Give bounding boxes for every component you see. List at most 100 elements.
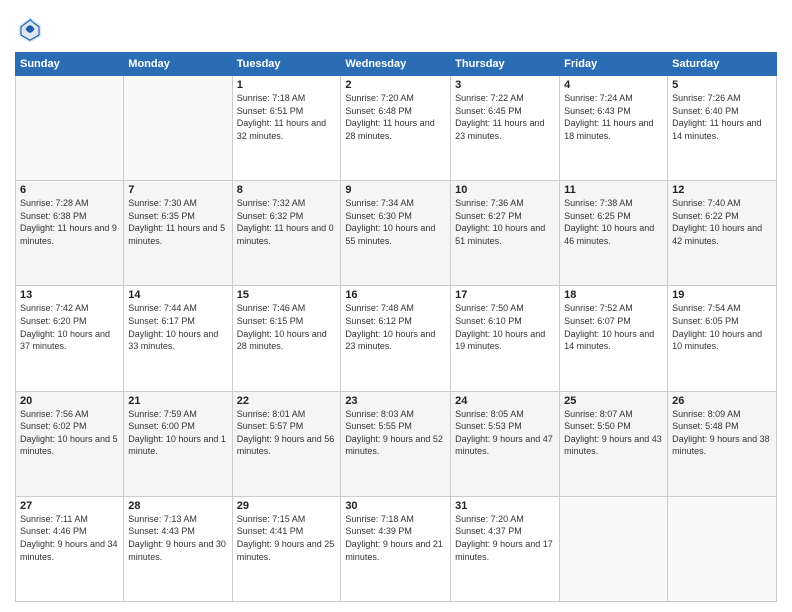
calendar-cell: 8 Sunrise: 7:32 AMSunset: 6:32 PMDaylight… xyxy=(232,181,341,286)
logo-icon xyxy=(15,14,45,44)
day-number: 28 xyxy=(128,500,227,512)
day-number: 6 xyxy=(20,184,119,196)
calendar-cell: 9 Sunrise: 7:34 AMSunset: 6:30 PMDaylight… xyxy=(341,181,451,286)
day-number: 5 xyxy=(672,79,772,91)
day-info: Sunrise: 8:05 AMSunset: 5:53 PMDaylight:… xyxy=(455,409,553,457)
calendar-cell: 15 Sunrise: 7:46 AMSunset: 6:15 PMDayligh… xyxy=(232,286,341,391)
calendar-cell: 20 Sunrise: 7:56 AMSunset: 6:02 PMDayligh… xyxy=(16,391,124,496)
day-number: 24 xyxy=(455,395,555,407)
calendar-cell: 16 Sunrise: 7:48 AMSunset: 6:12 PMDayligh… xyxy=(341,286,451,391)
day-number: 2 xyxy=(345,79,446,91)
day-info: Sunrise: 7:18 AMSunset: 4:39 PMDaylight:… xyxy=(345,514,443,562)
day-number: 7 xyxy=(128,184,227,196)
day-info: Sunrise: 7:54 AMSunset: 6:05 PMDaylight:… xyxy=(672,303,762,351)
day-info: Sunrise: 7:26 AMSunset: 6:40 PMDaylight:… xyxy=(672,93,761,141)
day-number: 27 xyxy=(20,500,119,512)
day-number: 3 xyxy=(455,79,555,91)
calendar-cell: 28 Sunrise: 7:13 AMSunset: 4:43 PMDayligh… xyxy=(124,496,232,601)
calendar-cell: 29 Sunrise: 7:15 AMSunset: 4:41 PMDayligh… xyxy=(232,496,341,601)
day-number: 19 xyxy=(672,289,772,301)
day-info: Sunrise: 7:40 AMSunset: 6:22 PMDaylight:… xyxy=(672,198,762,246)
calendar-cell xyxy=(560,496,668,601)
day-number: 21 xyxy=(128,395,227,407)
calendar-cell: 12Sunrise: 7:40 AMSunset: 6:22 PMDayligh… xyxy=(668,181,777,286)
day-number: 16 xyxy=(345,289,446,301)
calendar-cell xyxy=(124,76,232,181)
calendar-table: Sunday Monday Tuesday Wednesday Thursday… xyxy=(15,52,777,602)
day-number: 20 xyxy=(20,395,119,407)
day-number: 22 xyxy=(237,395,337,407)
day-info: Sunrise: 7:34 AMSunset: 6:30 PMDaylight:… xyxy=(345,198,435,246)
logo xyxy=(15,14,49,44)
calendar-cell: 31 Sunrise: 7:20 AMSunset: 4:37 PMDayligh… xyxy=(451,496,560,601)
calendar-cell: 25 Sunrise: 8:07 AMSunset: 5:50 PMDayligh… xyxy=(560,391,668,496)
day-info: Sunrise: 7:42 AMSunset: 6:20 PMDaylight:… xyxy=(20,303,110,351)
calendar-cell: 24 Sunrise: 8:05 AMSunset: 5:53 PMDayligh… xyxy=(451,391,560,496)
day-number: 13 xyxy=(20,289,119,301)
day-info: Sunrise: 7:20 AMSunset: 6:48 PMDaylight:… xyxy=(345,93,434,141)
col-sunday: Sunday xyxy=(16,53,124,76)
day-info: Sunrise: 7:44 AMSunset: 6:17 PMDaylight:… xyxy=(128,303,218,351)
calendar-cell: 26 Sunrise: 8:09 AMSunset: 5:48 PMDayligh… xyxy=(668,391,777,496)
day-info: Sunrise: 7:28 AMSunset: 6:38 PMDaylight:… xyxy=(20,198,117,246)
day-number: 18 xyxy=(564,289,663,301)
week-row-2: 6 Sunrise: 7:28 AMSunset: 6:38 PMDaylight… xyxy=(16,181,777,286)
week-row-3: 13 Sunrise: 7:42 AMSunset: 6:20 PMDayligh… xyxy=(16,286,777,391)
day-info: Sunrise: 8:03 AMSunset: 5:55 PMDaylight:… xyxy=(345,409,443,457)
col-friday: Friday xyxy=(560,53,668,76)
day-number: 8 xyxy=(237,184,337,196)
calendar-cell xyxy=(16,76,124,181)
day-number: 10 xyxy=(455,184,555,196)
calendar-cell: 19 Sunrise: 7:54 AMSunset: 6:05 PMDayligh… xyxy=(668,286,777,391)
week-row-5: 27 Sunrise: 7:11 AMSunset: 4:46 PMDayligh… xyxy=(16,496,777,601)
day-number: 25 xyxy=(564,395,663,407)
day-info: Sunrise: 7:56 AMSunset: 6:02 PMDaylight:… xyxy=(20,409,118,457)
day-info: Sunrise: 7:15 AMSunset: 4:41 PMDaylight:… xyxy=(237,514,335,562)
day-info: Sunrise: 7:38 AMSunset: 6:25 PMDaylight:… xyxy=(564,198,654,246)
day-number: 9 xyxy=(345,184,446,196)
day-number: 15 xyxy=(237,289,337,301)
col-thursday: Thursday xyxy=(451,53,560,76)
col-saturday: Saturday xyxy=(668,53,777,76)
day-info: Sunrise: 8:01 AMSunset: 5:57 PMDaylight:… xyxy=(237,409,335,457)
day-info: Sunrise: 7:22 AMSunset: 6:45 PMDaylight:… xyxy=(455,93,544,141)
day-info: Sunrise: 7:36 AMSunset: 6:27 PMDaylight:… xyxy=(455,198,545,246)
calendar-cell: 4Sunrise: 7:24 AMSunset: 6:43 PMDaylight… xyxy=(560,76,668,181)
day-number: 29 xyxy=(237,500,337,512)
day-info: Sunrise: 7:30 AMSunset: 6:35 PMDaylight:… xyxy=(128,198,225,246)
calendar-cell: 3 Sunrise: 7:22 AMSunset: 6:45 PMDaylight… xyxy=(451,76,560,181)
calendar-cell: 27 Sunrise: 7:11 AMSunset: 4:46 PMDayligh… xyxy=(16,496,124,601)
calendar-cell: 11 Sunrise: 7:38 AMSunset: 6:25 PMDayligh… xyxy=(560,181,668,286)
col-wednesday: Wednesday xyxy=(341,53,451,76)
calendar-cell: 2 Sunrise: 7:20 AMSunset: 6:48 PMDaylight… xyxy=(341,76,451,181)
day-info: Sunrise: 7:11 AMSunset: 4:46 PMDaylight:… xyxy=(20,514,118,562)
calendar-cell: 1 Sunrise: 7:18 AMSunset: 6:51 PMDaylight… xyxy=(232,76,341,181)
day-number: 1 xyxy=(237,79,337,91)
calendar-cell: 14 Sunrise: 7:44 AMSunset: 6:17 PMDayligh… xyxy=(124,286,232,391)
week-row-1: 1 Sunrise: 7:18 AMSunset: 6:51 PMDaylight… xyxy=(16,76,777,181)
week-row-4: 20 Sunrise: 7:56 AMSunset: 6:02 PMDayligh… xyxy=(16,391,777,496)
day-number: 31 xyxy=(455,500,555,512)
day-info: Sunrise: 8:09 AMSunset: 5:48 PMDaylight:… xyxy=(672,409,770,457)
day-info: Sunrise: 7:32 AMSunset: 6:32 PMDaylight:… xyxy=(237,198,334,246)
calendar-cell: 21 Sunrise: 7:59 AMSunset: 6:00 PMDayligh… xyxy=(124,391,232,496)
col-tuesday: Tuesday xyxy=(232,53,341,76)
day-number: 26 xyxy=(672,395,772,407)
day-number: 14 xyxy=(128,289,227,301)
day-info: Sunrise: 7:48 AMSunset: 6:12 PMDaylight:… xyxy=(345,303,435,351)
calendar-cell: 23Sunrise: 8:03 AMSunset: 5:55 PMDayligh… xyxy=(341,391,451,496)
day-info: Sunrise: 7:46 AMSunset: 6:15 PMDaylight:… xyxy=(237,303,327,351)
calendar-cell: 6 Sunrise: 7:28 AMSunset: 6:38 PMDaylight… xyxy=(16,181,124,286)
header-row: Sunday Monday Tuesday Wednesday Thursday… xyxy=(16,53,777,76)
calendar-cell: 10 Sunrise: 7:36 AMSunset: 6:27 PMDayligh… xyxy=(451,181,560,286)
day-info: Sunrise: 7:20 AMSunset: 4:37 PMDaylight:… xyxy=(455,514,553,562)
day-number: 11 xyxy=(564,184,663,196)
day-info: Sunrise: 7:18 AMSunset: 6:51 PMDaylight:… xyxy=(237,93,326,141)
calendar-cell: 17Sunrise: 7:50 AMSunset: 6:10 PMDayligh… xyxy=(451,286,560,391)
calendar-cell: 7 Sunrise: 7:30 AMSunset: 6:35 PMDaylight… xyxy=(124,181,232,286)
day-info: Sunrise: 7:13 AMSunset: 4:43 PMDaylight:… xyxy=(128,514,226,562)
day-info: Sunrise: 7:24 AMSunset: 6:43 PMDaylight:… xyxy=(564,93,653,141)
calendar-cell xyxy=(668,496,777,601)
day-info: Sunrise: 8:07 AMSunset: 5:50 PMDaylight:… xyxy=(564,409,662,457)
day-info: Sunrise: 7:59 AMSunset: 6:00 PMDaylight:… xyxy=(128,409,226,457)
